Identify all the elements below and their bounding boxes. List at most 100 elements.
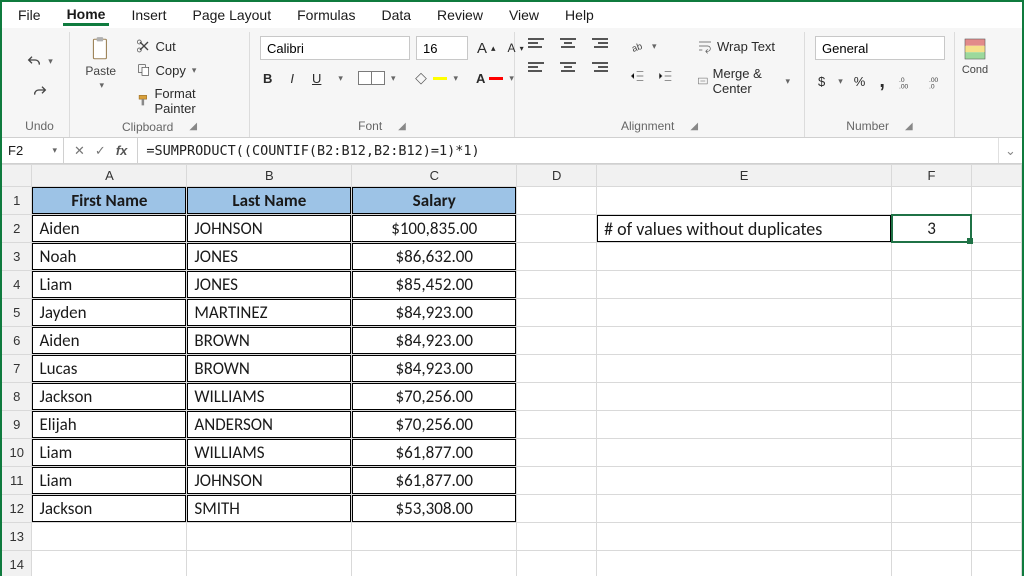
row-header[interactable]: 14: [2, 551, 32, 576]
cell[interactable]: [597, 355, 892, 383]
cell[interactable]: [892, 243, 972, 271]
cell[interactable]: [597, 327, 892, 355]
cell[interactable]: [597, 467, 892, 495]
decrease-decimal-button[interactable]: .00.0: [926, 72, 948, 92]
cell[interactable]: WILLIAMS: [187, 383, 352, 411]
cell[interactable]: [971, 299, 1021, 327]
cell[interactable]: [892, 439, 972, 467]
cell[interactable]: [597, 439, 892, 467]
cell[interactable]: [971, 187, 1021, 215]
cell[interactable]: [517, 187, 597, 215]
selected-cell[interactable]: 3: [892, 215, 972, 243]
orientation-button[interactable]: ab ▾: [627, 36, 677, 56]
cell[interactable]: $84,923.00: [352, 327, 517, 355]
dialog-launcher-icon[interactable]: ◢: [905, 121, 913, 132]
increase-font-button[interactable]: A▴: [474, 38, 499, 59]
cell[interactable]: [597, 243, 892, 271]
cell[interactable]: [971, 523, 1021, 551]
cell[interactable]: SMITH: [187, 495, 352, 523]
align-right-button[interactable]: [589, 60, 611, 74]
cell[interactable]: BROWN: [187, 355, 352, 383]
column-header[interactable]: D: [517, 165, 597, 187]
cell[interactable]: JONES: [187, 271, 352, 299]
cell[interactable]: [597, 299, 892, 327]
cell[interactable]: [971, 551, 1021, 576]
menu-review[interactable]: Review: [433, 5, 487, 25]
comma-button[interactable]: ,: [876, 68, 888, 95]
menu-insert[interactable]: Insert: [127, 5, 170, 25]
cell[interactable]: $70,256.00: [352, 411, 517, 439]
cell[interactable]: Aiden: [32, 327, 187, 355]
column-header[interactable]: C: [352, 165, 517, 187]
cell[interactable]: ANDERSON: [187, 411, 352, 439]
cell[interactable]: [971, 383, 1021, 411]
cell[interactable]: [517, 243, 597, 271]
row-header[interactable]: 11: [2, 467, 32, 495]
cell[interactable]: [597, 271, 892, 299]
cell[interactable]: Elijah: [32, 411, 187, 439]
align-center-button[interactable]: [557, 60, 579, 74]
menu-file[interactable]: File: [14, 5, 45, 25]
cell[interactable]: [517, 383, 597, 411]
cell[interactable]: Jackson: [32, 383, 187, 411]
row-header[interactable]: 5: [2, 299, 32, 327]
cell[interactable]: [892, 383, 972, 411]
cell[interactable]: [971, 439, 1021, 467]
dialog-launcher-icon[interactable]: ◢: [398, 121, 406, 132]
cell[interactable]: [352, 551, 517, 576]
cell[interactable]: [517, 495, 597, 523]
worksheet[interactable]: ABCDEF 1First NameLast NameSalary2AidenJ…: [2, 164, 1022, 576]
row-header[interactable]: 3: [2, 243, 32, 271]
cell[interactable]: [892, 299, 972, 327]
paste-button[interactable]: Paste ▾: [80, 36, 122, 91]
cell[interactable]: [597, 411, 892, 439]
row-header[interactable]: 12: [2, 495, 32, 523]
dialog-launcher-icon[interactable]: ◢: [189, 121, 197, 132]
cell[interactable]: Jackson: [32, 495, 187, 523]
cell[interactable]: [597, 551, 892, 576]
cell[interactable]: $53,308.00: [352, 495, 517, 523]
cell[interactable]: [971, 243, 1021, 271]
cell[interactable]: [971, 467, 1021, 495]
cell[interactable]: $70,256.00: [352, 383, 517, 411]
select-all-corner[interactable]: [2, 165, 32, 187]
cell[interactable]: [892, 551, 972, 576]
row-header[interactable]: 1: [2, 187, 32, 215]
menu-view[interactable]: View: [505, 5, 543, 25]
cell[interactable]: [971, 411, 1021, 439]
cell[interactable]: [971, 355, 1021, 383]
cell[interactable]: JONES: [187, 243, 352, 271]
cell[interactable]: [187, 551, 352, 576]
cell[interactable]: $84,923.00: [352, 355, 517, 383]
cell[interactable]: [971, 271, 1021, 299]
number-format-combo[interactable]: [815, 36, 945, 60]
fx-icon[interactable]: fx: [116, 143, 128, 158]
increase-decimal-button[interactable]: .0.00: [896, 72, 918, 92]
cell[interactable]: [971, 327, 1021, 355]
cell[interactable]: Aiden: [32, 215, 187, 243]
cell[interactable]: [517, 523, 597, 551]
borders-button[interactable]: ▾: [355, 69, 399, 87]
row-header[interactable]: 13: [2, 523, 32, 551]
cell[interactable]: [517, 355, 597, 383]
cell[interactable]: BROWN: [187, 327, 352, 355]
redo-button[interactable]: [29, 82, 51, 102]
menu-data[interactable]: Data: [377, 5, 415, 25]
row-header[interactable]: 9: [2, 411, 32, 439]
cancel-formula-button[interactable]: ✕: [74, 143, 85, 159]
merge-center-button[interactable]: Merge & Center ▾: [693, 64, 794, 98]
align-top-button[interactable]: [525, 36, 547, 50]
cell[interactable]: [597, 523, 892, 551]
column-header[interactable]: A: [32, 165, 187, 187]
menu-page-layout[interactable]: Page Layout: [188, 5, 275, 25]
conditional-formatting-button[interactable]: Cond: [962, 36, 988, 76]
cell[interactable]: [892, 355, 972, 383]
cell[interactable]: $61,877.00: [352, 467, 517, 495]
cell[interactable]: $61,877.00: [352, 439, 517, 467]
decrease-indent-button[interactable]: [627, 66, 649, 86]
cell[interactable]: First Name: [32, 187, 187, 215]
cell[interactable]: [517, 551, 597, 576]
format-painter-button[interactable]: Format Painter: [132, 84, 240, 118]
font-size-combo[interactable]: [416, 36, 468, 60]
column-header[interactable]: [971, 165, 1021, 187]
